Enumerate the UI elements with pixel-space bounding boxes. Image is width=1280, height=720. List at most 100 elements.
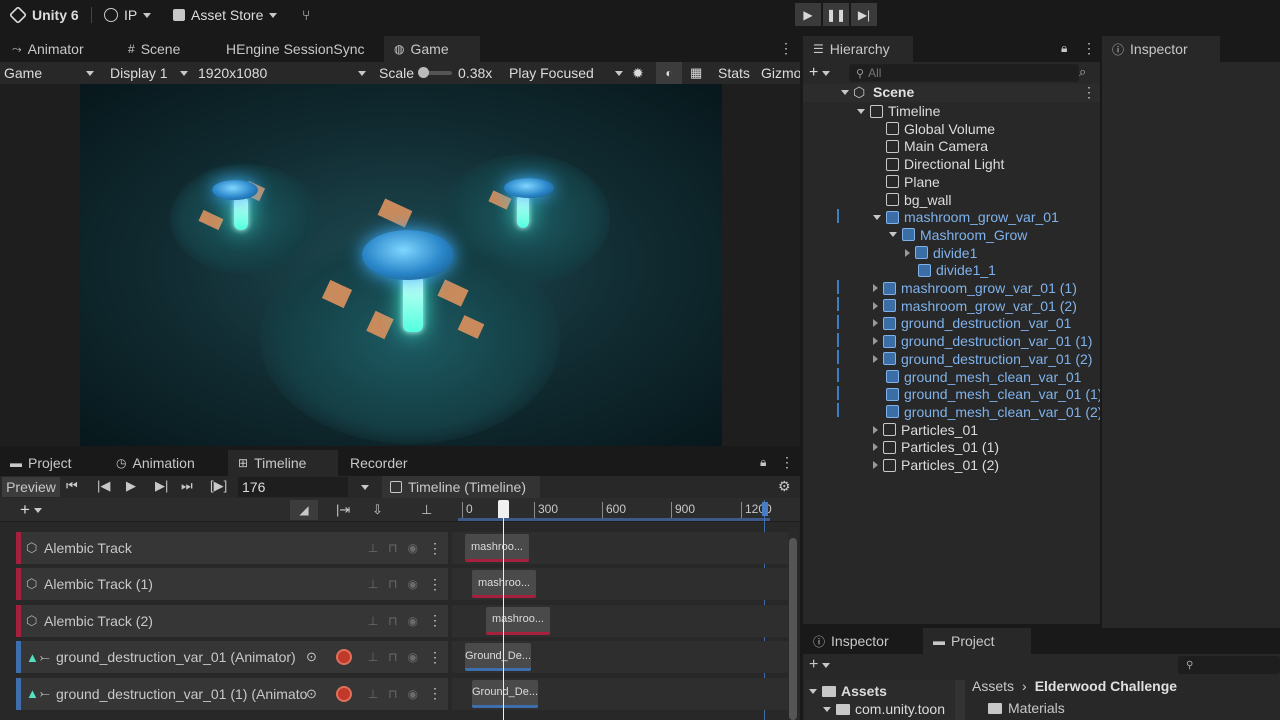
hierarchy-item[interactable]: ground_mesh_clean_var_01 [873,368,1081,386]
hierarchy-item[interactable]: ground_mesh_clean_var_01 (1) [873,385,1102,403]
search-input[interactable] [868,66,1059,80]
more-options-icon[interactable]: ⋮ [1082,40,1096,57]
play-mode-dropdown[interactable]: Play Focused [509,62,623,84]
add-track-button[interactable]: + [20,500,42,520]
tree-item-assets[interactable]: Assets [809,682,887,700]
hierarchy-item[interactable]: divide1 [905,244,977,262]
more-options-icon[interactable]: ⋮ [428,540,442,557]
chevron-right-icon[interactable] [873,443,878,452]
lock-icon[interactable]: ⊓ [388,687,397,701]
timeline-track[interactable]: ▲ ground_destruction_var_01 (1) (Animato ⤚… [16,677,448,710]
record-button[interactable] [336,649,352,666]
breadcrumb-root[interactable]: Assets [972,678,1014,694]
tree-item-toon[interactable]: com.unity.toon [823,700,953,718]
timeline-play-button[interactable]: ▶ [126,478,136,494]
stats-button[interactable]: Stats [718,62,750,84]
record-button[interactable] [336,685,352,702]
chevron-right-icon[interactable] [873,301,878,310]
tab-timeline[interactable]: ⊞ Timeline [228,450,338,476]
play-range-button[interactable]: [▶] [210,478,227,494]
hierarchy-item[interactable]: Timeline [857,102,940,120]
snap-button[interactable]: ◢ [290,500,318,520]
hierarchy-item[interactable]: divide1_1 [905,261,996,279]
more-options-icon[interactable]: ⋮ [428,649,442,666]
chevron-right-icon[interactable] [873,354,878,363]
tab-hengine[interactable]: HEngine SessionSync [216,36,375,62]
tree-scrollbar[interactable] [955,680,965,720]
hierarchy-item[interactable]: Main Camera [873,137,988,155]
pin-icon[interactable]: ⊥ [368,577,378,591]
scale-slider-handle[interactable] [418,67,430,78]
chevron-down-icon[interactable] [361,485,369,490]
version-control-button[interactable]: ⑂ [302,6,310,24]
lock-icon[interactable]: ⊓ [388,541,397,555]
target-icon[interactable]: ⊙ [306,686,317,702]
eye-icon[interactable]: ◉ [408,650,418,664]
hierarchy-item[interactable]: Directional Light [873,155,1004,173]
play-button[interactable]: ▶ [795,3,821,26]
breadcrumb-current[interactable]: Elderwood Challenge [1035,678,1177,694]
lock-icon[interactable]: ⊓ [388,614,397,628]
chevron-right-icon[interactable] [905,248,910,257]
gizmos-button[interactable]: Gizmo [761,62,800,84]
end-marker[interactable] [762,502,768,516]
tab-inspector-lower[interactable]: ⓘ Inspector [803,628,899,654]
chevron-right-icon[interactable] [873,319,878,328]
pin-icon[interactable]: ⊥ [368,650,378,664]
lock-icon[interactable]: 🔒︎ [1061,41,1067,56]
scrollbar-thumb[interactable] [789,538,797,720]
ripple-button[interactable]: |⇥ [336,502,350,518]
hierarchy-item[interactable]: Particles_01 [873,421,978,439]
view-dropdown[interactable]: Game [4,62,98,84]
pause-button[interactable]: ❚❚ [823,3,849,26]
hierarchy-item[interactable]: Mashroom_Grow [889,226,1027,244]
playhead-handle[interactable] [498,500,509,518]
frame-field[interactable]: 176 [238,477,348,497]
chevron-down-icon[interactable] [873,214,881,220]
display-dropdown[interactable]: Display 1 [110,62,190,84]
tab-project-lower[interactable]: ▬ Project [923,628,1031,654]
more-options-icon[interactable]: ⋮ [428,576,442,593]
hierarchy-item[interactable]: ground_destruction_var_01 [873,314,1071,332]
chevron-down-icon[interactable] [857,108,865,114]
timeline-clip[interactable]: Ground_De... [465,643,531,672]
panel-divider[interactable] [800,30,803,720]
more-options-icon[interactable]: ⋮ [780,454,794,471]
hierarchy-item[interactable]: Particles_01 (2) [873,456,999,474]
timeline-track[interactable]: ⬡ Alembic Track ⊥ ⊓ ◉ ⋮ [16,532,448,564]
timeline-clip[interactable]: mashroo... [472,570,536,599]
lock-icon[interactable]: 🔒︎ [760,455,766,470]
create-asset-button[interactable]: + [809,656,831,674]
preview-button[interactable]: Preview [2,477,60,497]
tab-hierarchy[interactable]: ☰ Hierarchy [803,36,913,62]
chevron-right-icon[interactable] [873,337,878,346]
pin-icon[interactable]: ⊥ [368,687,378,701]
add-object-button[interactable]: + [809,64,831,82]
timeline-asset-breadcrumb[interactable]: Timeline (Timeline) [382,476,540,498]
last-frame-button[interactable]: ⏭ [181,478,193,494]
scale-slider[interactable] [418,67,453,78]
more-options-icon[interactable]: ⋮ [779,40,793,57]
tab-game[interactable]: ◍ Game [384,36,480,62]
more-options-icon[interactable]: ⋮ [1082,84,1096,101]
panel-divider[interactable] [0,446,800,450]
tab-animation[interactable]: ◷ Animation [106,450,205,476]
project-search[interactable]: ⚲ [1178,656,1280,674]
first-frame-button[interactable]: ⏮ [66,478,78,494]
prev-frame-button[interactable]: |◀ [97,478,110,494]
folder-materials[interactable]: Materials [988,700,1065,716]
hierarchy-item[interactable]: ground_destruction_var_01 (1) [873,332,1092,350]
timeline-settings-button[interactable]: ⚙ [778,478,791,495]
marker-button[interactable]: ⊥ [421,502,432,518]
eye-icon[interactable]: ◉ [408,614,418,628]
hierarchy-item[interactable]: mashroom_grow_var_01 [873,208,1059,226]
account-dropdown[interactable]: IP [104,6,152,24]
hierarchy-item[interactable]: Global Volume [873,120,995,138]
hierarchy-item[interactable]: Particles_01 (1) [873,438,999,456]
hierarchy-item[interactable]: ground_destruction_var_01 (2) [873,350,1092,368]
hierarchy-item[interactable]: mashroom_grow_var_01 (2) [873,297,1077,315]
chevron-down-icon[interactable] [841,90,849,95]
tab-inspector[interactable]: ⓘ Inspector [1102,36,1220,62]
tab-animator[interactable]: ⤳ Animator [2,36,94,62]
mute-audio-button[interactable]: ◐ [656,62,682,84]
